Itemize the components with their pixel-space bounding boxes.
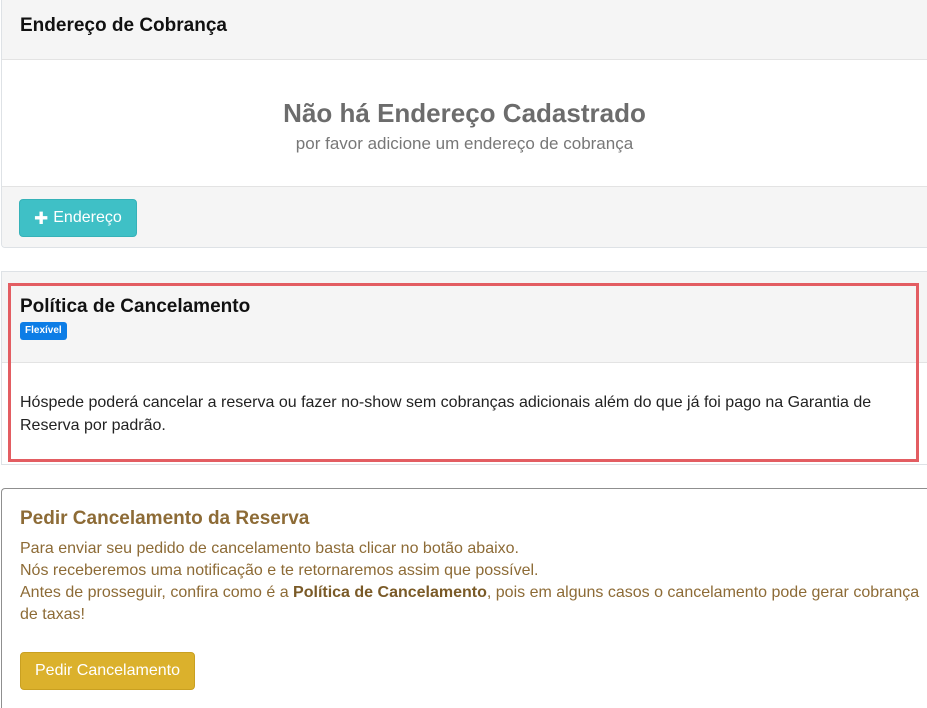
cancellation-policy-card: Política de Cancelamento Flexível Hósped… [1,271,927,465]
cancellation-policy-title: Política de Cancelamento [20,296,251,317]
cancellation-policy-description: Hóspede poderá cancelar a reserva ou faz… [20,394,872,434]
request-cancellation-button[interactable]: Pedir Cancelamento [20,652,195,690]
request-cancellation-text: Para enviar seu pedido de cancelamento b… [20,538,920,626]
empty-address-title: Não há Endereço Cadastrado [283,98,646,128]
billing-address-footer: ✚ Endereço [2,186,927,247]
policy-type-badge: Flexível [20,322,67,340]
cancellation-policy-header: Política de Cancelamento Flexível [2,272,927,363]
add-address-button-label: Endereço [53,209,122,226]
policy-reference: Política de Cancelamento [293,584,487,601]
cancellation-policy-body: Hóspede poderá cancelar a reserva ou faz… [2,363,912,437]
add-address-button[interactable]: ✚ Endereço [19,199,137,237]
empty-address-subtitle: por favor adicione um endereço de cobran… [295,134,634,153]
request-cancellation-card: Pedir Cancelamento da Reserva Para envia… [1,488,927,708]
plus-icon: ✚ [34,208,49,228]
billing-address-body: Não há Endereço Cadastrado por favor adi… [2,60,927,186]
request-cancellation-title: Pedir Cancelamento da Reserva [20,508,310,529]
request-cancellation-line-2: Nós receberemos uma notificação e te ret… [20,562,539,579]
billing-address-card: Endereço de Cobrança Não há Endereço Cad… [1,0,927,248]
request-cancellation-line-3-before: Antes de prosseguir, confira como é a [20,584,294,601]
request-cancellation-line-1: Para enviar seu pedido de cancelamento b… [20,540,519,557]
billing-address-title: Endereço de Cobrança [20,15,227,36]
billing-address-header: Endereço de Cobrança [2,0,927,60]
